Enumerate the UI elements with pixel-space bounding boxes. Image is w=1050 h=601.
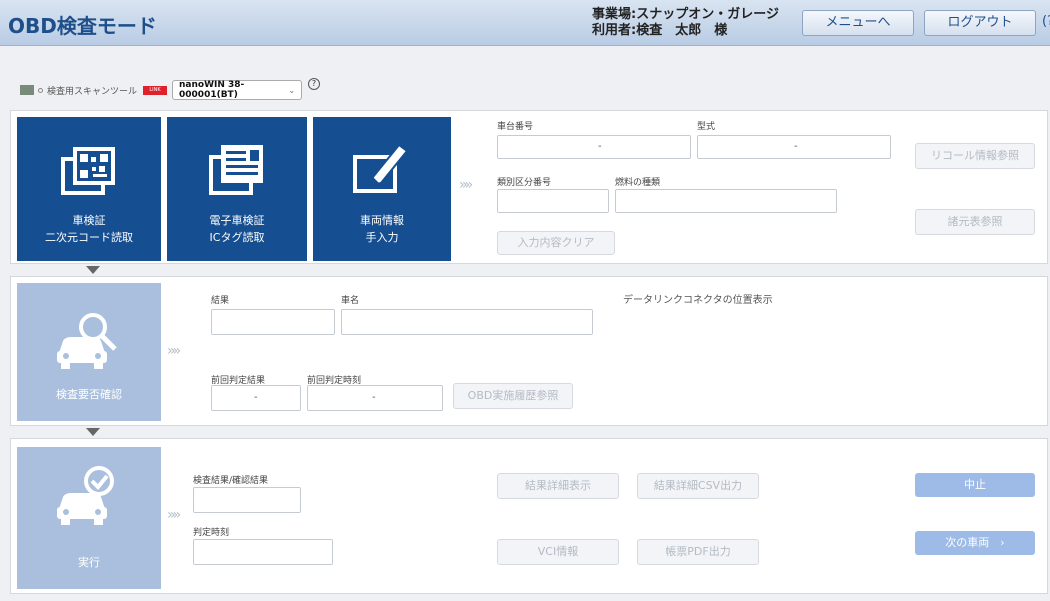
facility-label: 事業場:スナップオン・ガレージ <box>592 7 779 22</box>
edit-pen-icon <box>353 143 409 193</box>
vci-info-button[interactable]: VCI情報 <box>497 539 619 565</box>
previous-result-value: - <box>254 392 258 403</box>
tile-caption-line2: 手入力 <box>365 231 399 244</box>
judgment-time-field <box>193 539 333 565</box>
model-label: 型式 <box>697 122 716 132</box>
stop-button[interactable]: 中止 <box>915 473 1035 497</box>
link-badge: LINK <box>143 85 168 95</box>
scan-tool-select[interactable]: nanoWIN 38-000001(BT) ⌄ <box>172 80 303 100</box>
help-icon[interactable]: ? <box>308 78 321 90</box>
car-name-field <box>341 309 593 335</box>
flow-chevron-icon: »» <box>459 177 473 193</box>
connection-status-icon <box>20 85 34 95</box>
chassis-number-value: - <box>598 141 602 152</box>
spec-sheet-button[interactable]: 諸元表参照 <box>915 209 1035 235</box>
result-label: 結果 <box>211 296 230 306</box>
tile-caption-line2: ICタグ読取 <box>209 231 265 244</box>
clear-input-button[interactable]: 入力内容クリア <box>497 231 615 255</box>
user-info: 事業場:スナップオン・ガレージ 利用者:検査 太郎 様 <box>592 7 779 39</box>
recall-info-button[interactable]: リコール情報参照 <box>915 143 1035 169</box>
app-header: OBD検査モード 事業場:スナップオン・ガレージ 利用者:検査 太郎 様 メニュ… <box>0 0 1050 46</box>
tile-caption-line1: 車両情報 <box>360 214 404 227</box>
execute-tile[interactable]: 実行 <box>17 447 161 589</box>
chassis-number-label: 車台番号 <box>497 122 534 132</box>
inspection-result-label: 検査結果/確認結果 <box>193 476 269 486</box>
scan-tool-label: 検査用スキャンツール <box>47 86 138 97</box>
manual-input-tile[interactable]: 車両情報 手入力 <box>313 117 451 261</box>
result-csv-button[interactable]: 結果詳細CSV出力 <box>637 473 759 499</box>
flow-down-arrow-icon <box>86 266 100 274</box>
help-icon[interactable]: (? <box>1042 14 1050 29</box>
previous-time-field: - <box>307 385 443 411</box>
scan-tool-row: 検査用スキャンツール LINK nanoWIN 38-000001(BT) ⌄ … <box>20 78 321 102</box>
report-pdf-button[interactable]: 帳票PDF出力 <box>637 539 759 565</box>
page-title: OBD検査モード <box>8 14 157 38</box>
qr-read-tile[interactable]: 車検証 二次元コード読取 <box>17 117 161 261</box>
tile-caption-line1: 車検証 <box>72 214 106 227</box>
next-vehicle-button[interactable]: 次の車両 › <box>915 531 1035 555</box>
car-search-icon <box>57 313 117 369</box>
tile-caption: 実行 <box>78 556 100 569</box>
vehicle-input-panel: 車検証 二次元コード読取 電子車検証 ICタグ読取 車両情報 手入力 »» 車台… <box>10 110 1048 264</box>
category-number-field[interactable] <box>497 189 609 213</box>
result-detail-button[interactable]: 結果詳細表示 <box>497 473 619 499</box>
flow-down-arrow-icon <box>86 428 100 436</box>
judgment-time-label: 判定時刻 <box>193 528 230 538</box>
car-check-icon <box>57 466 114 525</box>
status-dot-icon <box>38 87 43 93</box>
category-number-label: 類別区分番号 <box>497 178 552 188</box>
fuel-type-label: 燃料の種類 <box>615 178 661 188</box>
qr-code-icon <box>61 147 115 195</box>
inspection-result-field <box>193 487 301 513</box>
fuel-type-field[interactable] <box>615 189 837 213</box>
dlc-location-label: データリンクコネクタの位置表示 <box>623 295 773 306</box>
tile-caption-line1: 電子車検証 <box>209 214 265 227</box>
flow-chevron-icon: »» <box>167 507 181 523</box>
obd-history-button[interactable]: OBD実施履歴参照 <box>453 383 573 409</box>
flow-chevron-icon: »» <box>167 343 181 359</box>
chevron-down-icon: ⌄ <box>288 85 296 95</box>
previous-time-value: - <box>372 392 376 403</box>
model-value: - <box>794 141 798 152</box>
tile-caption-line2: 二次元コード読取 <box>45 231 133 244</box>
tile-caption: 検査要否確認 <box>56 388 122 401</box>
model-field[interactable]: - <box>697 135 891 159</box>
user-label: 利用者:検査 太郎 様 <box>592 23 728 38</box>
ic-card-icon <box>209 145 263 195</box>
ic-tag-read-tile[interactable]: 電子車検証 ICタグ読取 <box>167 117 307 261</box>
logout-button[interactable]: ログアウト <box>924 10 1036 36</box>
car-name-label: 車名 <box>341 296 360 306</box>
previous-result-field: - <box>211 385 301 411</box>
result-field <box>211 309 335 335</box>
chassis-number-field[interactable]: - <box>497 135 691 159</box>
target-check-tile[interactable]: 検査要否確認 <box>17 283 161 421</box>
menu-button[interactable]: メニューへ <box>802 10 914 36</box>
execution-panel: 実行 »» 検査結果/確認結果 判定時刻 結果詳細表示 結果詳細CSV出力 VC… <box>10 438 1048 594</box>
target-check-panel: 検査要否確認 »» 結果 車名 データリンクコネクタの位置表示 前回判定結果 -… <box>10 276 1048 426</box>
scan-tool-selected-value: nanoWIN 38-000001(BT) <box>179 80 245 100</box>
